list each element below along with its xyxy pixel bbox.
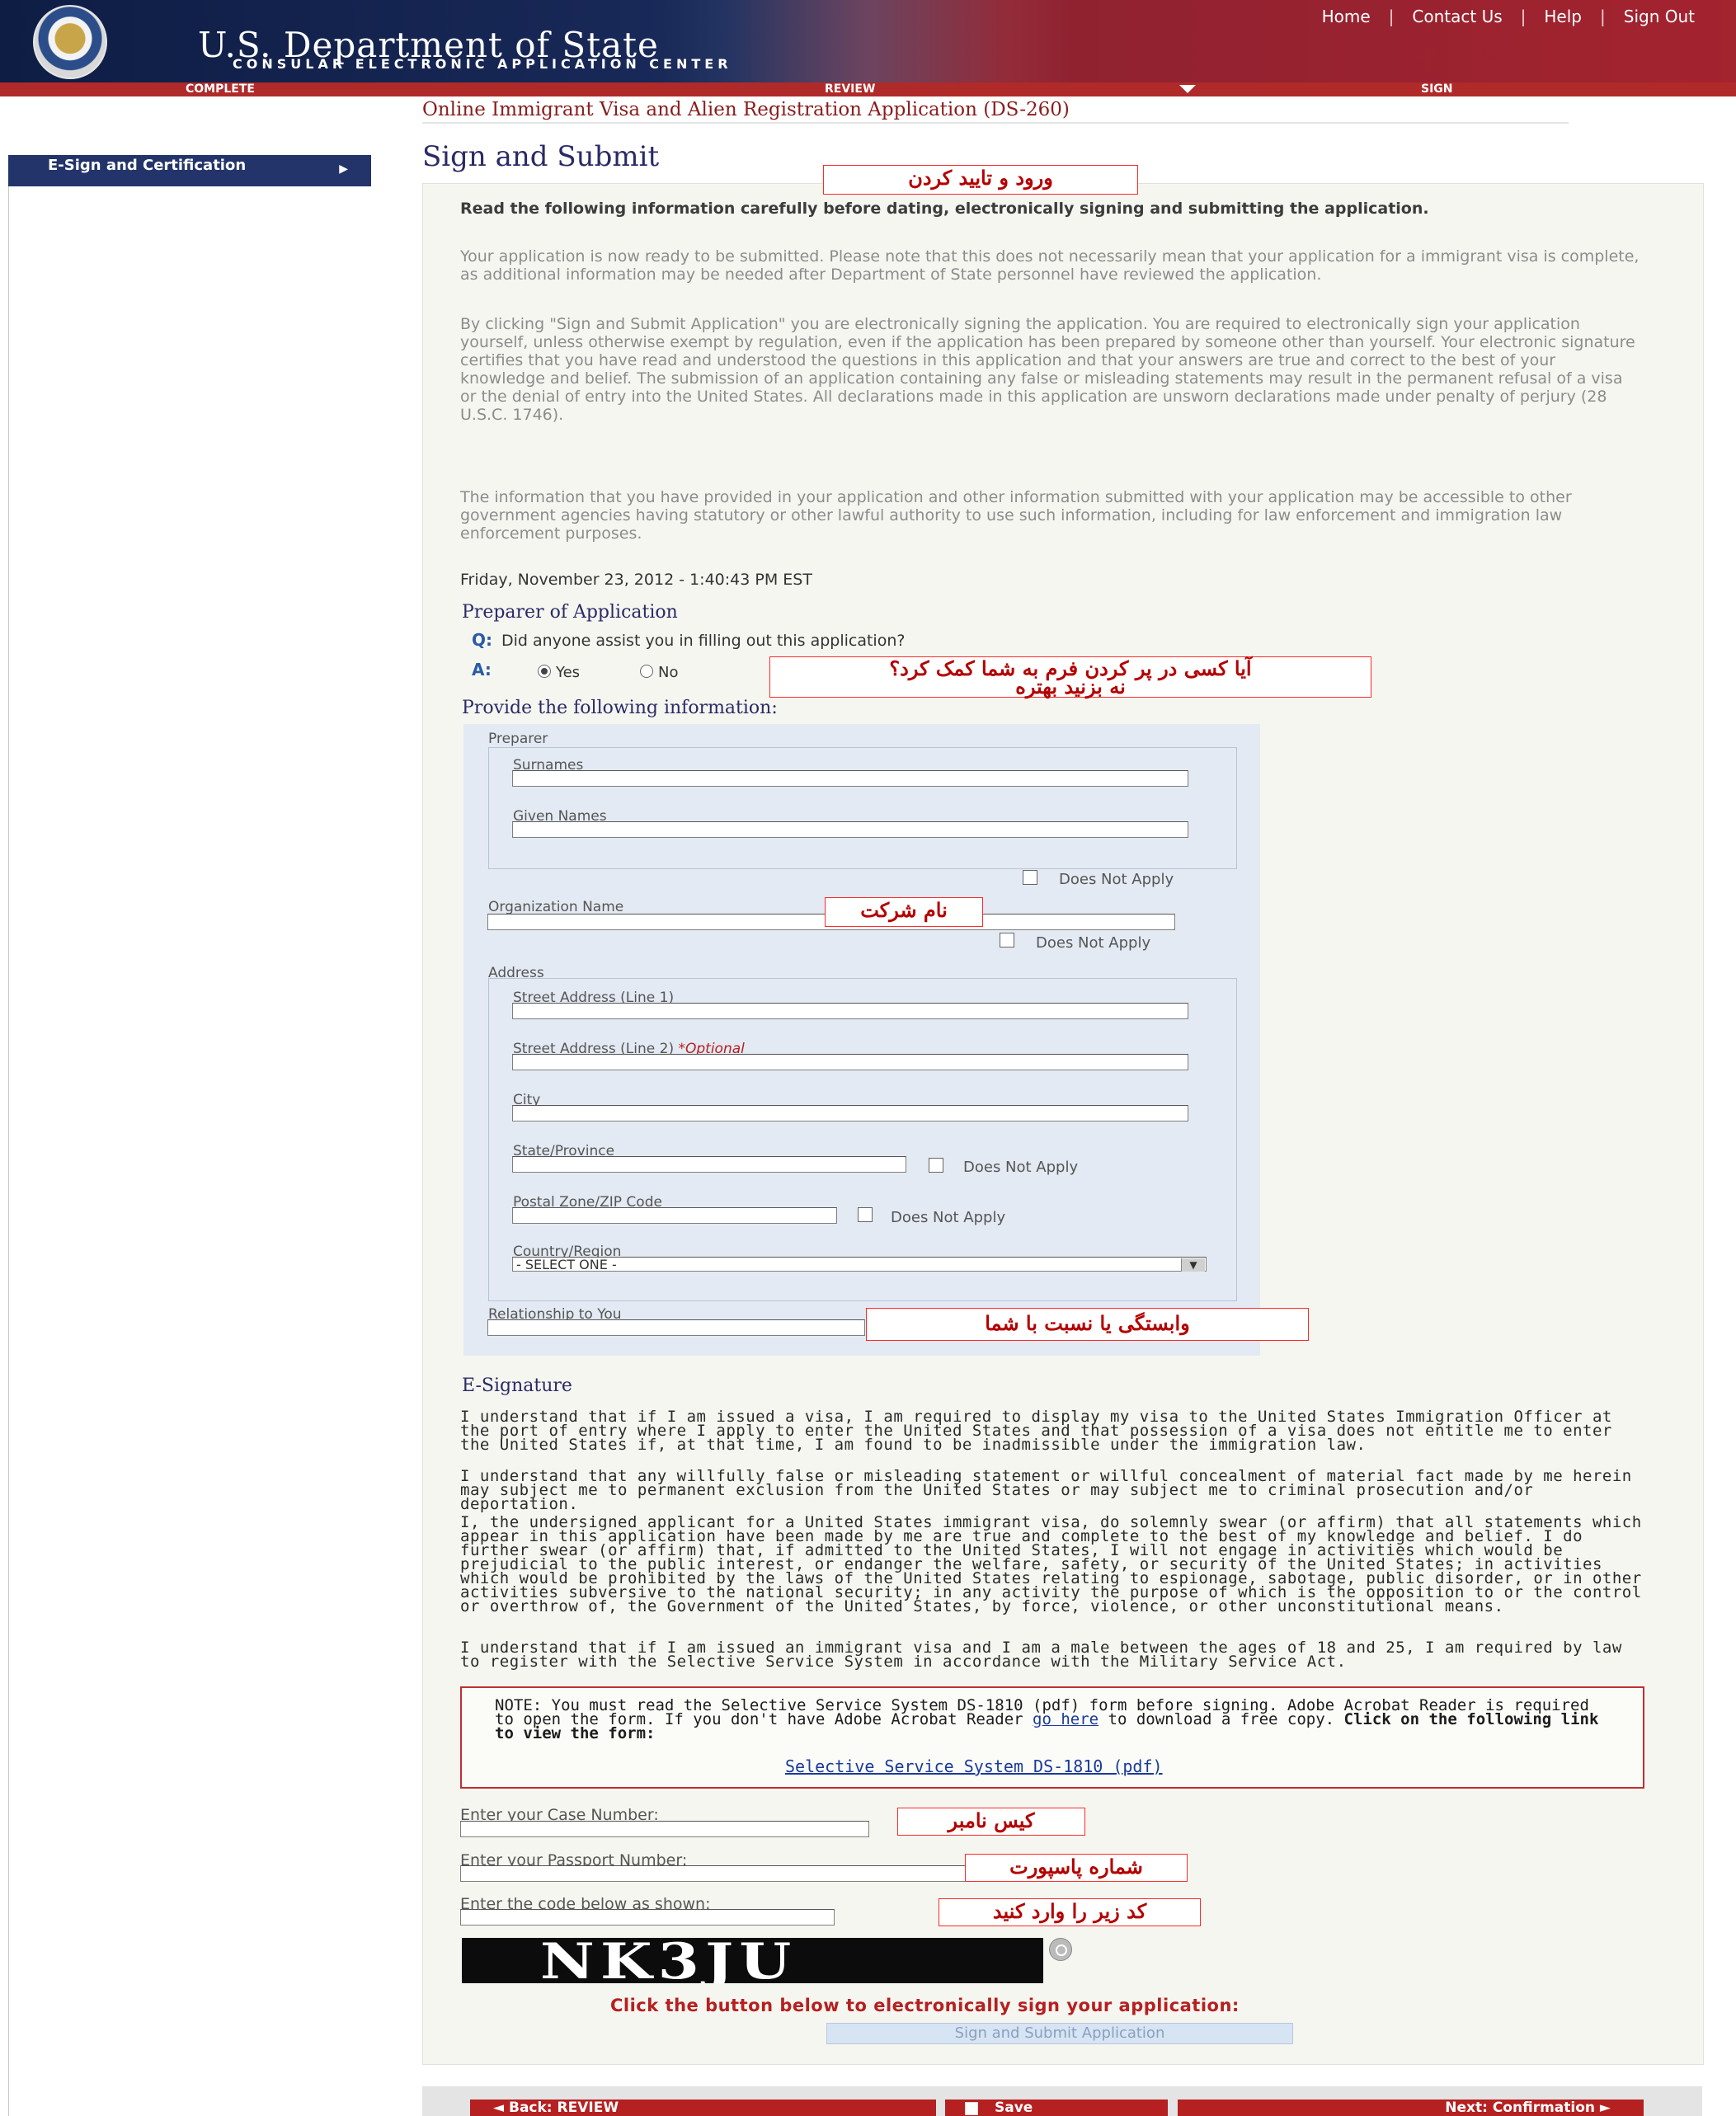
intro-paragraph-3: The information that you have provided i… — [460, 488, 1572, 543]
annotation-organization: نام شرکت — [825, 897, 983, 927]
captcha-image: NK3JU — [462, 1938, 1043, 1983]
case-number-input[interactable] — [460, 1821, 869, 1837]
radio-yes[interactable] — [538, 665, 551, 678]
step-sign: SIGN — [1421, 82, 1453, 96]
selective-service-form-link[interactable]: Selective Service System DS-1810 (pdf) — [785, 1756, 1163, 1776]
state-does-not-apply-checkbox[interactable] — [929, 1158, 943, 1173]
preparer-does-not-apply-label: Does Not Apply — [1059, 871, 1174, 888]
organization-does-not-apply-checkbox[interactable] — [1000, 933, 1014, 947]
state-input[interactable] — [512, 1156, 906, 1173]
radio-yes-label: Yes — [556, 664, 581, 681]
captcha-text: NK3JU — [540, 1938, 797, 1983]
site-header: U.S. Department of State CONSULAR ELECTR… — [0, 0, 1736, 82]
sidebar-item-label: E-Sign and Certification — [48, 157, 247, 174]
annotation-relationship: وابستگی یا نسبت با شما — [866, 1308, 1309, 1341]
annotation-captcha-code: کد زیر را وارد کنید — [939, 1898, 1201, 1926]
assist-question: Did anyone assist you in filling out thi… — [501, 632, 906, 650]
go-here-link[interactable]: go here — [1033, 1710, 1099, 1728]
step-review: REVIEW — [825, 82, 876, 96]
question-label: Q: — [472, 630, 492, 650]
relationship-input[interactable] — [487, 1319, 865, 1336]
intro-paragraph-1: Your application is now ready to be subm… — [460, 247, 1640, 284]
radio-no[interactable] — [640, 665, 653, 678]
caret-right-icon: ▶ — [339, 162, 348, 176]
street2-input[interactable] — [512, 1054, 1188, 1070]
intro-heading: Read the following information carefully… — [460, 200, 1429, 218]
department-subtitle: CONSULAR ELECTRONIC APPLICATION CENTER — [233, 56, 732, 72]
esignature-paragraph-4: I understand that if I am issued an immi… — [460, 1639, 1622, 1671]
esignature-paragraph-3: I, the undersigned applicant for a Unite… — [460, 1513, 1642, 1615]
application-title: Online Immigrant Visa and Alien Registra… — [422, 99, 1070, 120]
top-nav: Home | Contact Us | Help | Sign Out — [1321, 7, 1695, 26]
save-label: Save — [995, 2100, 1033, 2116]
street1-input[interactable] — [512, 1003, 1188, 1019]
title-divider — [422, 122, 1569, 124]
floppy-disk-icon — [965, 2102, 978, 2115]
annotation-passport-number: شماره پاسپورت — [965, 1854, 1188, 1882]
zip-does-not-apply-checkbox[interactable] — [858, 1207, 873, 1222]
sidebar-item-esign[interactable]: E-Sign and Certification ▶ — [8, 155, 371, 186]
nav-sign-out[interactable]: Sign Out — [1624, 7, 1695, 26]
annotation-case-number: کیس نامبر — [897, 1808, 1085, 1836]
city-input[interactable] — [512, 1105, 1188, 1121]
back-review-button[interactable]: ◄ Back: REVIEW — [470, 2100, 936, 2116]
esignature-paragraph-2: I understand that any willfully false or… — [460, 1467, 1632, 1513]
radio-no-label: No — [658, 664, 679, 681]
save-button[interactable]: Save — [945, 2100, 1168, 2116]
preparer-label: Preparer — [488, 731, 548, 747]
captcha-code-input[interactable] — [460, 1909, 835, 1926]
given-names-input[interactable] — [512, 821, 1188, 838]
refresh-captcha-icon[interactable] — [1049, 1938, 1072, 1961]
state-department-seal-icon — [33, 5, 107, 79]
nav-contact-us[interactable]: Contact Us — [1412, 7, 1502, 26]
esignature-title: E-Signature — [462, 1375, 572, 1396]
preparer-section-title: Preparer of Application — [462, 602, 678, 623]
organization-name-label: Organization Name — [488, 899, 624, 915]
answer-label: A: — [472, 660, 492, 679]
preparer-does-not-apply-checkbox[interactable] — [1023, 870, 1037, 885]
page-title: Sign and Submit — [422, 140, 660, 173]
zip-input[interactable] — [512, 1207, 837, 1224]
passport-number-input[interactable] — [460, 1865, 968, 1882]
zip-does-not-apply-label: Does Not Apply — [891, 1209, 1006, 1226]
surnames-input[interactable] — [512, 770, 1188, 787]
esignature-paragraph-1: I understand that if I am issued a visa,… — [460, 1408, 1612, 1454]
progress-steps-bar: COMPLETE REVIEW SIGN — [0, 82, 1736, 96]
sign-instruction: Click the button below to electronically… — [610, 1996, 1240, 2015]
sidebar-divider — [8, 186, 9, 2116]
provide-info-title: Provide the following information: — [462, 698, 778, 718]
country-select-value: - SELECT ONE - — [516, 1257, 617, 1272]
organization-does-not-apply-label: Does Not Apply — [1036, 934, 1151, 952]
application-date: Friday, November 23, 2012 - 1:40:43 PM E… — [460, 571, 812, 589]
state-does-not-apply-label: Does Not Apply — [963, 1159, 1079, 1176]
nav-help[interactable]: Help — [1544, 7, 1582, 26]
sign-and-submit-button[interactable]: Sign and Submit Application — [826, 2023, 1293, 2044]
annotation-assist-tip: نه بزنید بهتره — [1015, 675, 1126, 698]
chevron-down-icon[interactable]: ▼ — [1181, 1258, 1205, 1272]
next-confirmation-button[interactable]: Next: Confirmation ► — [1178, 2100, 1644, 2116]
intro-paragraph-2: By clicking "Sign and Submit Application… — [460, 315, 1635, 424]
step-complete: COMPLETE — [186, 82, 255, 96]
current-step-arrow-icon — [1179, 85, 1196, 93]
selective-service-note: NOTE: You must read the Selective Servic… — [495, 1696, 1599, 1742]
country-select[interactable]: - SELECT ONE - ▼ — [512, 1257, 1207, 1272]
annotation-sign-confirm: ورود و تایید کردن — [823, 165, 1138, 195]
nav-home[interactable]: Home — [1322, 7, 1371, 26]
annotation-assist: آیا کسی در پر کردن فرم به شما کمک کرد؟ ن… — [769, 656, 1371, 698]
